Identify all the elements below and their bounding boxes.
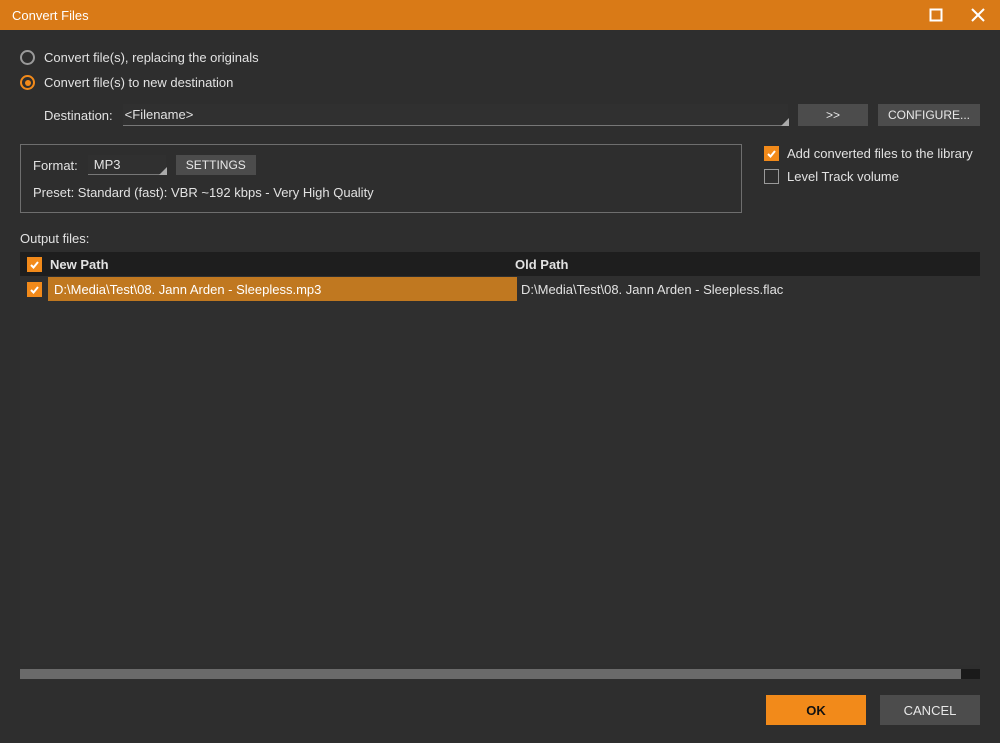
dialog-content: Convert file(s), replacing the originals… (0, 30, 1000, 743)
format-label: Format: (33, 158, 78, 173)
radio-label: Convert file(s) to new destination (44, 75, 233, 90)
destination-value: <Filename> (125, 107, 194, 122)
ok-button[interactable]: OK (766, 695, 866, 725)
checkbox-icon (764, 146, 779, 161)
destination-row: Destination: <Filename> >> CONFIGURE... (44, 104, 980, 126)
window-title: Convert Files (12, 8, 89, 23)
checkbox-icon (27, 282, 42, 297)
format-line: Format: MP3 SETTINGS (33, 155, 729, 175)
radio-icon (20, 50, 35, 65)
format-select[interactable]: MP3 (88, 155, 166, 175)
format-settings-button[interactable]: SETTINGS (176, 155, 256, 175)
checkbox-label: Add converted files to the library (787, 146, 973, 161)
checkbox-icon (764, 169, 779, 184)
checkbox-icon (27, 257, 42, 272)
check-add-to-library[interactable]: Add converted files to the library (764, 146, 980, 161)
titlebar: Convert Files (0, 0, 1000, 30)
radio-icon (20, 75, 35, 90)
table-header: New Path Old Path (20, 252, 980, 276)
column-header-new-path[interactable]: New Path (48, 257, 515, 272)
horizontal-scrollbar[interactable] (20, 669, 980, 679)
radio-replace-originals[interactable]: Convert file(s), replacing the originals (20, 50, 980, 65)
maximize-button[interactable] (920, 1, 952, 29)
format-value: MP3 (94, 157, 121, 172)
destination-label: Destination: (44, 108, 113, 123)
header-checkbox-cell[interactable] (20, 257, 48, 272)
cell-new-path: D:\Media\Test\08. Jann Arden - Sleepless… (48, 277, 517, 301)
table-body: D:\Media\Test\08. Jann Arden - Sleepless… (20, 276, 980, 665)
column-header-old-path[interactable]: Old Path (515, 257, 980, 272)
configure-button[interactable]: CONFIGURE... (878, 104, 980, 126)
close-icon (971, 8, 985, 22)
table-row[interactable]: D:\Media\Test\08. Jann Arden - Sleepless… (20, 276, 980, 302)
cancel-button[interactable]: CANCEL (880, 695, 980, 725)
preset-text: Preset: Standard (fast): VBR ~192 kbps -… (33, 185, 729, 200)
radio-label: Convert file(s), replacing the originals (44, 50, 259, 65)
format-panel: Format: MP3 SETTINGS Preset: Standard (f… (20, 144, 742, 213)
row-checkbox-cell[interactable] (20, 282, 48, 297)
check-level-volume[interactable]: Level Track volume (764, 169, 980, 184)
dialog-footer: OK CANCEL (20, 679, 980, 743)
checkbox-label: Level Track volume (787, 169, 899, 184)
side-options: Add converted files to the library Level… (764, 144, 980, 184)
cell-old-path: D:\Media\Test\08. Jann Arden - Sleepless… (519, 278, 980, 301)
browse-button[interactable]: >> (798, 104, 868, 126)
destination-input[interactable]: <Filename> (123, 104, 788, 126)
output-label: Output files: (20, 231, 980, 246)
close-button[interactable] (962, 1, 994, 29)
scrollbar-thumb[interactable] (20, 669, 961, 679)
maximize-icon (929, 8, 943, 22)
radio-new-destination[interactable]: Convert file(s) to new destination (20, 75, 980, 90)
window-controls (920, 1, 994, 29)
output-table: New Path Old Path D:\Media\Test\08. Jann… (20, 252, 980, 679)
format-section: Format: MP3 SETTINGS Preset: Standard (f… (20, 144, 980, 213)
